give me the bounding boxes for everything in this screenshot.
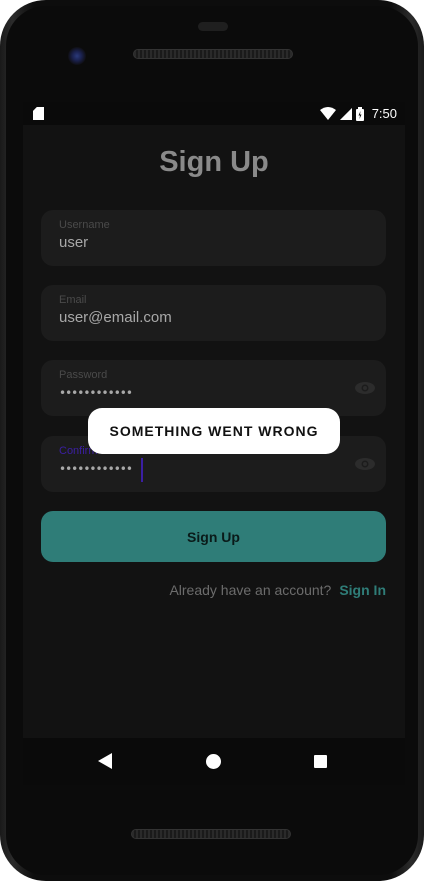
signin-prompt: Already have an account? bbox=[169, 582, 332, 598]
password-label: Password bbox=[59, 369, 108, 381]
username-value: user bbox=[59, 234, 89, 251]
earpiece-speaker bbox=[133, 49, 293, 59]
sd-card-icon bbox=[33, 107, 44, 120]
password-value: •••••••••••• bbox=[59, 386, 133, 400]
confirm-password-value: •••••••••••• bbox=[59, 462, 133, 476]
device-sensor bbox=[198, 22, 228, 31]
email-value: user@email.com bbox=[59, 309, 172, 326]
back-icon[interactable] bbox=[98, 753, 112, 769]
status-bar: 7:50 bbox=[23, 102, 405, 125]
email-label: Email bbox=[59, 294, 87, 306]
wifi-icon bbox=[319, 107, 336, 120]
recents-icon[interactable] bbox=[314, 755, 327, 768]
navigation-bar bbox=[23, 738, 405, 785]
password-visibility-eye-icon[interactable] bbox=[354, 378, 376, 398]
page-title: Sign Up bbox=[159, 146, 269, 178]
battery-icon bbox=[355, 106, 364, 121]
username-label: Username bbox=[59, 219, 110, 231]
signal-icon bbox=[339, 107, 352, 120]
email-field[interactable]: Email user@email.com bbox=[41, 285, 386, 341]
confirm-password-visibility-eye-icon[interactable] bbox=[354, 454, 376, 474]
sign-in-link[interactable]: Sign In bbox=[339, 582, 386, 598]
status-time: 7:50 bbox=[371, 106, 397, 121]
error-toast: SOMETHING WENT WRONG bbox=[88, 408, 340, 454]
sign-up-button[interactable]: Sign Up bbox=[41, 511, 386, 562]
username-field[interactable]: Username user bbox=[41, 210, 386, 266]
front-camera bbox=[68, 47, 86, 65]
signin-row: Already have an account? Sign In bbox=[169, 582, 386, 598]
device-frame: 7:50 Sign Up Username user Email user@em… bbox=[0, 0, 424, 881]
home-icon[interactable] bbox=[206, 754, 221, 769]
status-icons: 7:50 bbox=[319, 105, 397, 122]
text-caret bbox=[141, 458, 143, 482]
bottom-speaker bbox=[131, 829, 291, 839]
app-screen: 7:50 Sign Up Username user Email user@em… bbox=[23, 102, 405, 785]
